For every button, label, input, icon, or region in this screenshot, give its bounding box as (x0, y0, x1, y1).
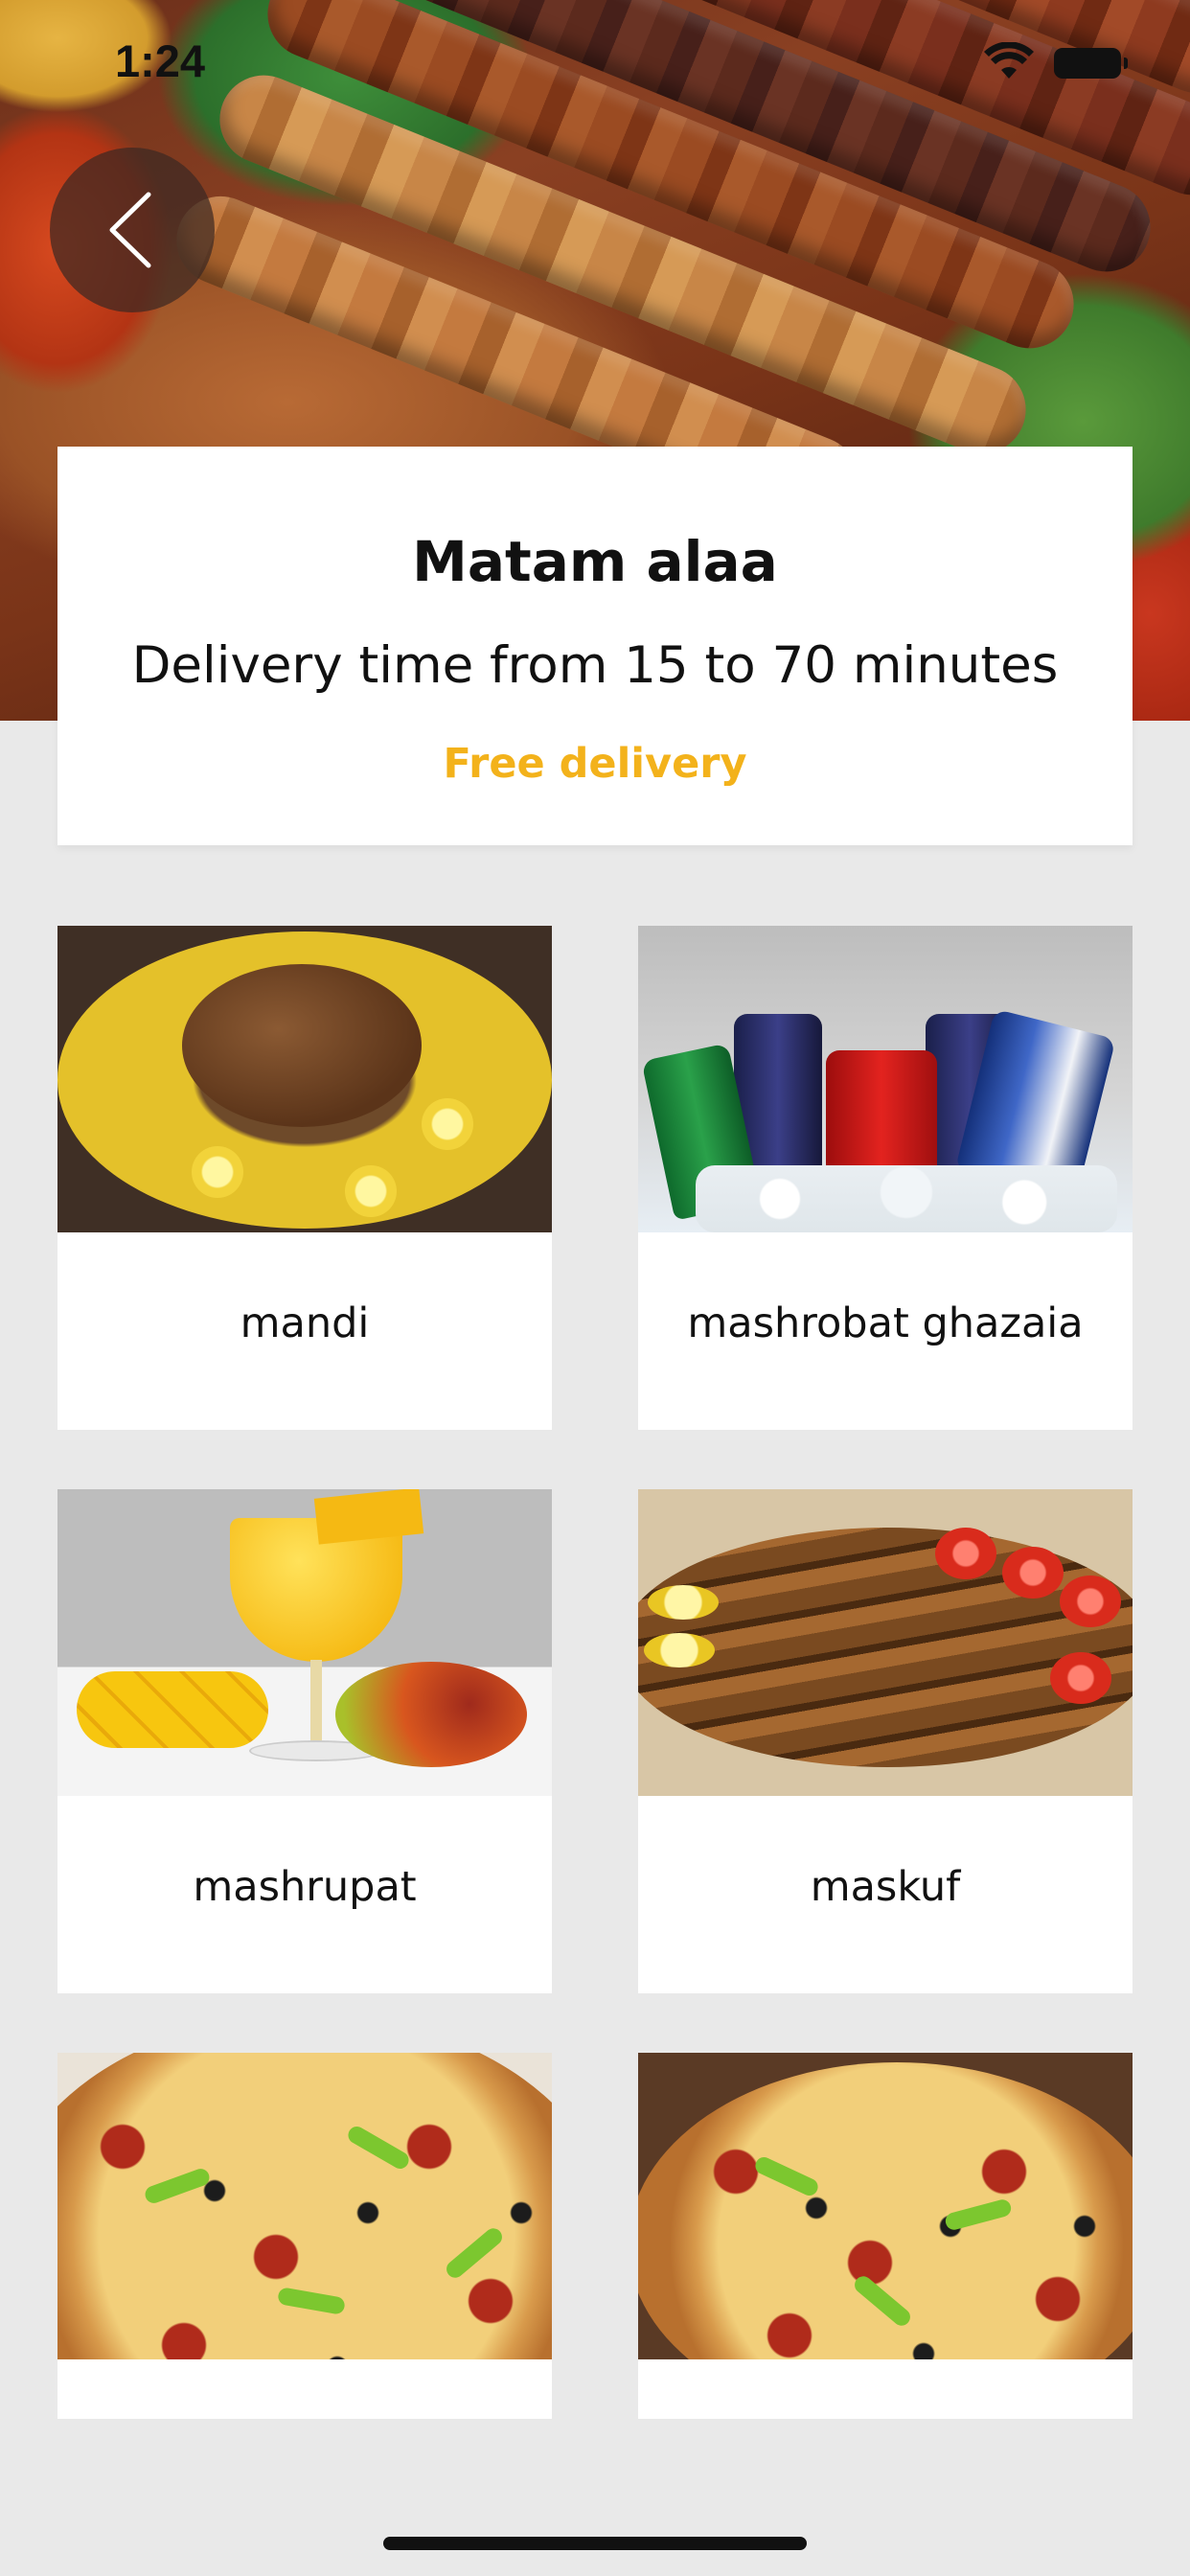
category-label: mandi (240, 1300, 370, 1347)
category-tile-mashrobat-ghazaia[interactable]: mashrobat ghazaia (638, 926, 1133, 1430)
category-image (57, 926, 552, 1232)
category-label: maskuf (810, 1863, 961, 1911)
category-tile[interactable] (638, 2053, 1133, 2419)
category-image (638, 926, 1133, 1232)
category-tile-mandi[interactable]: mandi (57, 926, 552, 1430)
category-label: mashrobat ghazaia (687, 1300, 1084, 1347)
category-tile-mashrupat[interactable]: mashrupat (57, 1489, 552, 1993)
home-indicator[interactable] (383, 2537, 807, 2550)
category-image (57, 1489, 552, 1796)
category-image (57, 2053, 552, 2359)
category-tile[interactable] (57, 2053, 552, 2419)
category-tile-maskuf[interactable]: maskuf (638, 1489, 1133, 1993)
category-label: mashrupat (193, 1863, 417, 1911)
category-image (638, 2053, 1133, 2359)
category-grid: mandi mashrobat ghazaia mashrupat maskuf (0, 0, 1190, 2576)
category-image (638, 1489, 1133, 1796)
